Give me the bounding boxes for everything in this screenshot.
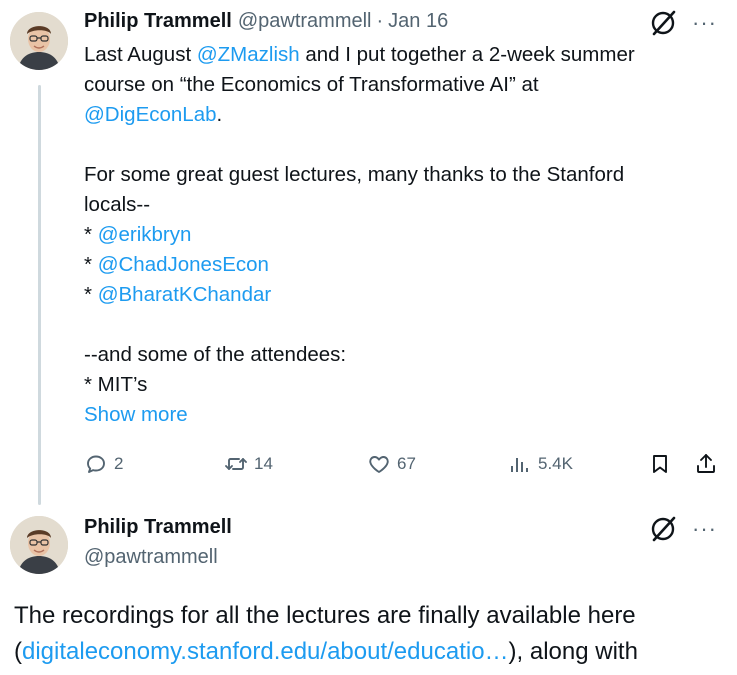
mention-link[interactable]: @erikbryn <box>98 223 192 246</box>
text-line: * @erikbryn <box>84 220 704 250</box>
more-options-icon[interactable]: ··· <box>692 518 717 540</box>
text-line: (digitaleconomy.stanford.edu/about/educa… <box>14 634 734 670</box>
bookmark-button[interactable] <box>648 452 678 476</box>
text-segment: The recordings for all the lectures are … <box>14 602 636 629</box>
text-line: --and some of the attendees: <box>84 340 704 370</box>
avatar-portrait <box>10 516 68 574</box>
text-line <box>84 130 704 160</box>
text-segment: . <box>216 103 223 126</box>
text-line: locals-- <box>84 190 704 220</box>
text-line <box>84 310 704 340</box>
author-handle[interactable]: @pawtrammell <box>84 546 218 569</box>
tweet-text: The recordings for all the lectures are … <box>14 598 734 670</box>
header-separator: · <box>376 10 384 32</box>
tweet-header: Philip Trammell @pawtrammell · Jan 16 <box>84 10 448 33</box>
text-line: * @ChadJonesEcon <box>84 250 704 280</box>
mention-link[interactable]: @ZMazlish <box>197 43 300 66</box>
tweet-actions: 2 14 67 5.4K <box>84 450 724 480</box>
text-segment: course on “the Economics of Transformati… <box>84 73 539 96</box>
speech-bubble-icon <box>87 455 105 473</box>
share-button[interactable] <box>694 452 724 476</box>
share-icon <box>697 454 715 473</box>
slashed-circle-icon[interactable] <box>648 514 678 544</box>
bar-chart-icon <box>511 458 528 472</box>
text-line: * MIT’s <box>84 370 704 400</box>
text-line: For some great guest lectures, many than… <box>84 160 704 190</box>
heart-icon <box>369 456 389 473</box>
text-segment: For some great guest lectures, many than… <box>84 163 625 186</box>
text-segment: ( <box>14 638 22 665</box>
text-segment: ), along with <box>508 638 638 665</box>
avatar[interactable] <box>10 12 68 70</box>
thread-connector-line <box>38 85 41 505</box>
like-count: 67 <box>397 454 416 473</box>
bookmark-icon <box>653 455 667 473</box>
text-segment: * <box>84 253 98 276</box>
retweet-button[interactable]: 14 <box>224 452 273 476</box>
show-more-link[interactable]: Show more <box>84 400 704 430</box>
text-segment: * <box>84 223 98 246</box>
author-name[interactable]: Philip Trammell <box>84 10 232 33</box>
text-line: @DigEconLab. <box>84 100 704 130</box>
avatar-portrait <box>10 12 68 70</box>
mention-link[interactable]: @DigEconLab <box>84 103 217 126</box>
mention-link[interactable]: @ChadJonesEcon <box>98 253 269 276</box>
reply-count: 2 <box>114 454 124 473</box>
retweet-count: 14 <box>254 454 273 473</box>
text-line: Last August @ZMazlish and I put together… <box>84 40 704 70</box>
slashed-circle-icon[interactable] <box>648 8 678 38</box>
retweet-arrows-icon <box>225 458 247 470</box>
text-segment: and I put together a 2-week summer <box>299 43 635 66</box>
like-button[interactable]: 67 <box>367 452 416 476</box>
text-segment: Last August <box>84 43 197 66</box>
text-line: The recordings for all the lectures are … <box>14 598 734 634</box>
tweet-date[interactable]: Jan 16 <box>388 10 448 33</box>
views-button[interactable]: 5.4K <box>508 452 573 476</box>
text-segment: --and some of the attendees: <box>84 343 347 366</box>
more-options-icon[interactable]: ··· <box>692 12 717 34</box>
reply-button[interactable]: 2 <box>84 452 123 476</box>
text-segment: locals-- <box>84 193 151 216</box>
view-count: 5.4K <box>538 454 573 473</box>
text-line: course on “the Economics of Transformati… <box>84 70 704 100</box>
text-line: * @BharatKChandar <box>84 280 704 310</box>
text-segment: * MIT’s <box>84 373 148 396</box>
url-link[interactable]: digitaleconomy.stanford.edu/about/educat… <box>22 638 509 665</box>
author-name[interactable]: Philip Trammell <box>84 516 232 539</box>
text-segment: * <box>84 283 98 306</box>
tweet-text: Last August @ZMazlish and I put together… <box>84 40 704 430</box>
mention-link[interactable]: @BharatKChandar <box>98 283 272 306</box>
author-handle[interactable]: @pawtrammell <box>238 10 372 33</box>
avatar[interactable] <box>10 516 68 574</box>
